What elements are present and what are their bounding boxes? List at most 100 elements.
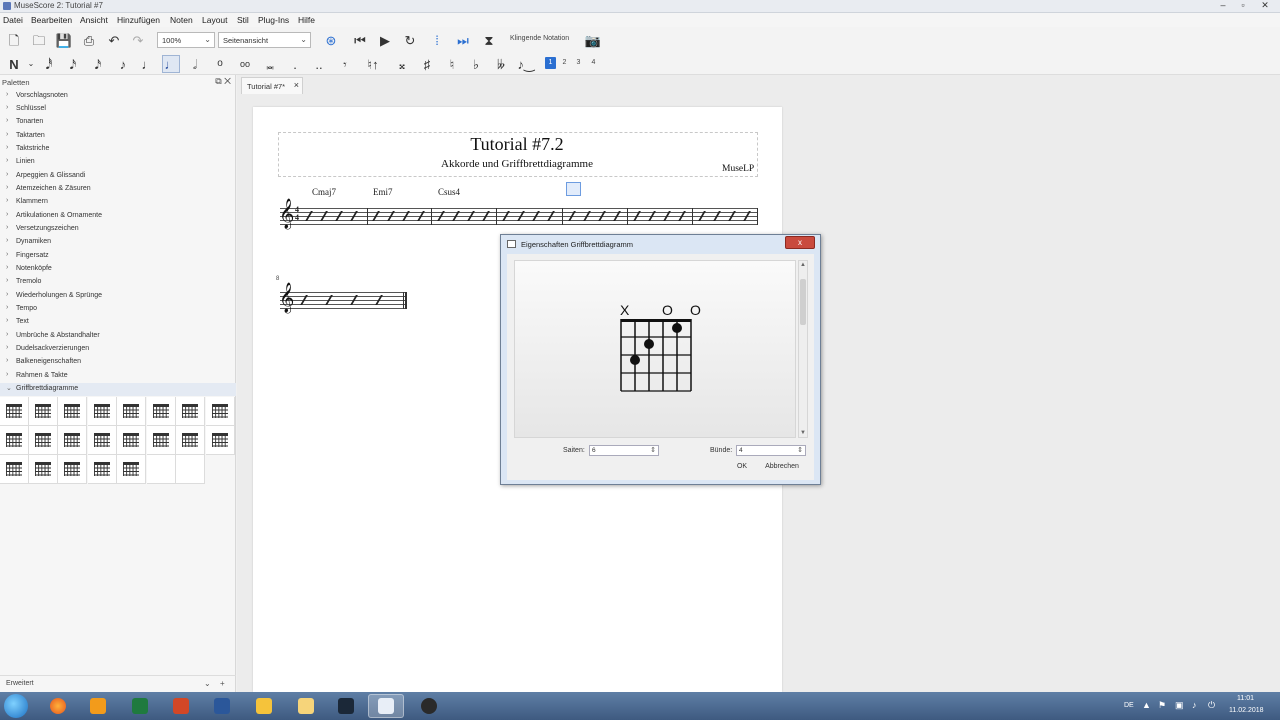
note-input-mode-icon[interactable]: N — [5, 55, 23, 73]
note-half-icon[interactable]: 𝅗𝅥 — [186, 55, 204, 73]
volume-icon[interactable]: ♪ — [1192, 700, 1197, 710]
palette-item[interactable]: › Tremolo — [0, 276, 236, 289]
note-quarter-selected-icon[interactable]: ♩ — [162, 55, 180, 73]
note-eighth-icon[interactable]: ♪ — [114, 55, 132, 73]
fret-diagram-cell[interactable] — [29, 426, 58, 455]
fret-diagram-cell[interactable] — [58, 397, 87, 426]
flag-icon[interactable]: ⚑ — [1158, 700, 1166, 711]
fret-diagram-cell[interactable] — [88, 455, 117, 484]
voice-4-button[interactable]: 4 — [588, 57, 599, 69]
play-icon[interactable]: ▶ — [376, 31, 394, 49]
palette-item[interactable]: › Notenköpfe — [0, 263, 236, 276]
tab-score[interactable]: Tutorial #7* × — [241, 77, 303, 94]
app-taskbar-icon[interactable] — [246, 694, 282, 718]
palette-item-expanded[interactable]: ⌄ Griffbrettdiagramme — [0, 383, 236, 396]
voice-3-button[interactable]: 3 — [573, 57, 584, 69]
new-score-icon[interactable]: 🗋 — [5, 31, 23, 49]
add-palette-icon[interactable]: + — [220, 679, 225, 688]
fret-diagram-cell[interactable] — [206, 397, 235, 426]
treble-clef-icon[interactable]: 𝄞 — [279, 283, 294, 314]
menu-plugins[interactable]: Plug-Ins — [258, 15, 289, 25]
menu-datei[interactable]: Datei — [3, 15, 23, 25]
barline[interactable] — [431, 208, 432, 225]
note-16th-icon[interactable]: 𝅘𝅥𝅯 — [89, 55, 107, 73]
fret-diagram-cell[interactable] — [0, 426, 29, 455]
frets-spinbox[interactable]: 4 ⇕ — [736, 445, 806, 456]
menu-stil[interactable]: Stil — [237, 15, 249, 25]
undo-icon[interactable]: ↶ — [105, 31, 123, 49]
empty-palette-cell[interactable] — [147, 455, 176, 484]
rest-icon[interactable]: 𝄾 — [336, 55, 354, 73]
palette-undock-close-icons[interactable]: ⧉ ✕ — [215, 76, 231, 87]
print-icon[interactable]: ⎙ — [80, 31, 98, 49]
fret-diagram-cell[interactable] — [58, 455, 87, 484]
spin-arrows-icon[interactable]: ⇕ — [650, 446, 656, 454]
media-player-taskbar-icon[interactable] — [80, 694, 116, 718]
fret-diagram-cell[interactable] — [176, 397, 205, 426]
barline[interactable] — [692, 208, 693, 225]
rewind-icon[interactable]: ⏮ — [351, 31, 369, 49]
selected-fretboard-diagram[interactable] — [566, 182, 581, 196]
menu-hinzufuegen[interactable]: Hinzufügen — [117, 15, 160, 25]
palette-item[interactable]: › Schlüssel — [0, 103, 236, 116]
scroll-up-icon[interactable]: ▲ — [799, 262, 807, 268]
barline[interactable] — [496, 208, 497, 225]
musescore-taskbar-icon[interactable] — [368, 694, 404, 718]
fretboard-diagram-editor[interactable]: X O O — [514, 260, 796, 438]
sharp-icon[interactable]: ♯ — [418, 55, 436, 73]
chord-symbol[interactable]: Emi7 — [373, 187, 393, 197]
start-button[interactable] — [4, 694, 28, 718]
diagram-scrollbar[interactable]: ▲ ▼ — [798, 260, 808, 438]
fret-diagram-cell[interactable] — [29, 397, 58, 426]
time-signature-icon[interactable]: 44 — [295, 206, 299, 222]
open-folder-icon[interactable]: 🗀 — [30, 31, 48, 49]
treble-clef-icon[interactable]: 𝄞 — [279, 199, 294, 230]
fret-diagram-cell[interactable] — [147, 426, 176, 455]
close-icon[interactable]: × — [294, 80, 299, 90]
palette-item[interactable]: › Tempo — [0, 303, 236, 316]
clock-date[interactable]: 11.02.2018 — [1229, 707, 1264, 714]
natural-icon[interactable]: ♮ — [443, 55, 461, 73]
metronome-icon[interactable]: ⧗ — [480, 31, 498, 49]
fret-diagram-cell[interactable] — [58, 426, 87, 455]
save-icon[interactable]: 💾 — [55, 31, 73, 49]
fret-diagram-cell[interactable] — [117, 455, 146, 484]
language-indicator[interactable]: DE — [1124, 702, 1134, 709]
note-whole-icon[interactable]: o — [211, 55, 229, 73]
double-sharp-icon[interactable]: 𝄪 — [393, 55, 411, 73]
palette-item[interactable]: › Artikulationen & Ornamente — [0, 210, 236, 223]
pan-score-icon[interactable]: ⏭ — [454, 31, 472, 49]
strings-spinbox[interactable]: 6 ⇕ — [589, 445, 659, 456]
network-icon[interactable]: ▣ — [1175, 700, 1184, 711]
fret-diagram-cell[interactable] — [88, 397, 117, 426]
scrollbar-thumb[interactable] — [800, 279, 806, 325]
close-dialog-button[interactable]: x — [785, 236, 815, 249]
fret-diagram-cell[interactable] — [117, 397, 146, 426]
palette-item[interactable]: › Vorschlagsnoten — [0, 90, 236, 103]
steam-taskbar-icon[interactable] — [328, 694, 364, 718]
chevron-down-icon[interactable]: ⌄ — [22, 55, 40, 73]
palette-item[interactable]: › Dudelsackverzierungen — [0, 343, 236, 356]
close-window-button[interactable]: ✕ — [1254, 0, 1276, 12]
menu-bearbeiten[interactable]: Bearbeiten — [31, 15, 72, 25]
palette-item[interactable]: › Balkeneigenschaften — [0, 356, 236, 369]
menu-noten[interactable]: Noten — [170, 15, 193, 25]
flip-direction-icon[interactable]: ♮↑ — [364, 55, 382, 73]
powerpoint-taskbar-icon[interactable] — [163, 694, 199, 718]
fret-diagram-cell[interactable] — [29, 455, 58, 484]
image-capture-icon[interactable]: 📷 — [584, 31, 602, 49]
palette-item[interactable]: › Umbrüche & Abstandhalter — [0, 330, 236, 343]
show-hidden-icons-icon[interactable]: ▲ — [1142, 700, 1151, 710]
note-32nd-icon[interactable]: 𝅘𝅥𝅯 — [64, 55, 82, 73]
cancel-button[interactable]: Abbrechen — [759, 461, 805, 473]
palette-item[interactable]: › Tonarten — [0, 116, 236, 129]
power-icon[interactable]: ⏻ — [1208, 700, 1215, 711]
palette-mode-select[interactable]: Erweitert ⌄ + — [0, 675, 236, 691]
explorer-taskbar-icon[interactable] — [288, 694, 324, 718]
fret-diagram-cell[interactable] — [206, 426, 235, 455]
scroll-down-icon[interactable]: ▼ — [799, 430, 807, 436]
note-64th-icon[interactable]: 𝅘𝅥𝅰 — [40, 55, 58, 73]
empty-palette-cell[interactable] — [176, 455, 205, 484]
repeat-playback-icon[interactable]: ⁞ — [428, 31, 446, 49]
palette-item[interactable]: › Fingersatz — [0, 250, 236, 263]
